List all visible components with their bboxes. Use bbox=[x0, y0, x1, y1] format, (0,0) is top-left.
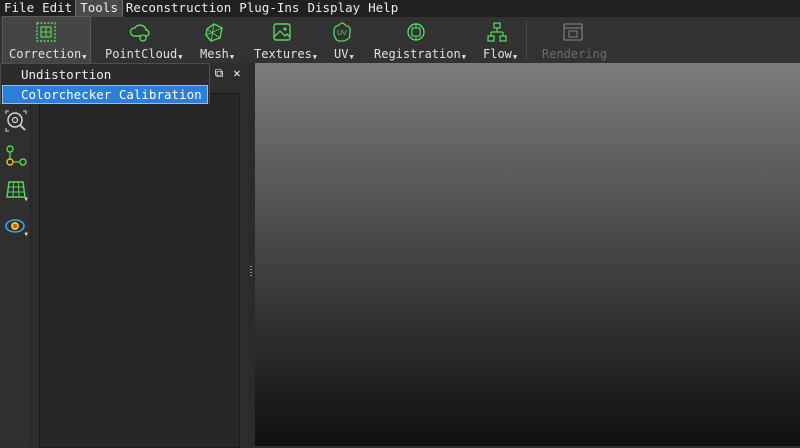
texture-icon bbox=[273, 23, 291, 41]
chevron-down-icon: ▼ bbox=[82, 53, 87, 61]
flow-button[interactable]: Flow▼ bbox=[480, 17, 522, 63]
menu-bar: File Edit Tools Reconstruction Plug-Ins … bbox=[0, 0, 800, 18]
rendering-button[interactable]: Rendering bbox=[536, 17, 608, 63]
chevron-down-icon: ▼ bbox=[312, 53, 318, 61]
menu-item-colorchecker-calibration[interactable]: Colorchecker Calibration bbox=[2, 85, 208, 104]
zoom-target-icon bbox=[5, 110, 27, 132]
chevron-down-icon: ▼ bbox=[229, 53, 235, 61]
menu-file[interactable]: File bbox=[0, 0, 38, 17]
zoom-target-tool[interactable] bbox=[4, 109, 28, 133]
3d-viewport[interactable] bbox=[255, 63, 800, 446]
side-toolbar: ▼ ▼ bbox=[0, 63, 31, 446]
registration-button[interactable]: Registration▼ bbox=[370, 17, 468, 63]
correction-dropdown-menu: Undistortion Colorchecker Calibration bbox=[0, 63, 210, 104]
panel-splitter[interactable] bbox=[247, 63, 255, 446]
node-graph-icon bbox=[6, 145, 27, 166]
node-graph-tool[interactable] bbox=[4, 144, 28, 168]
flow-icon bbox=[487, 22, 507, 42]
menu-plug-ins[interactable]: Plug-Ins bbox=[235, 0, 303, 17]
menu-tools[interactable]: Tools bbox=[75, 0, 123, 18]
grid-plane-tool[interactable]: ▼ bbox=[4, 179, 28, 203]
correction-label: Correction▼ bbox=[9, 47, 87, 61]
pointcloud-button[interactable]: PointCloud▼ bbox=[100, 17, 188, 63]
menu-edit[interactable]: Edit bbox=[38, 0, 76, 17]
side-panel: ⧉ ✕ bbox=[31, 63, 247, 448]
registration-label: Registration▼ bbox=[374, 47, 466, 61]
pointcloud-label: PointCloud▼ bbox=[105, 47, 183, 61]
panel-content bbox=[39, 93, 240, 448]
textures-label: Textures▼ bbox=[254, 47, 318, 61]
restore-panel-icon[interactable]: ⧉ bbox=[212, 66, 226, 80]
chevron-down-icon: ▼ bbox=[349, 53, 354, 61]
flow-label: Flow▼ bbox=[483, 47, 518, 61]
mesh-icon bbox=[205, 23, 223, 42]
chevron-down-icon: ▼ bbox=[24, 196, 28, 203]
uv-label: UV▼ bbox=[334, 47, 354, 61]
toolbar-separator bbox=[526, 20, 527, 60]
mesh-label: Mesh▼ bbox=[200, 47, 235, 61]
registration-icon bbox=[407, 23, 425, 41]
close-panel-icon[interactable]: ✕ bbox=[230, 66, 244, 80]
chevron-down-icon: ▼ bbox=[178, 53, 183, 61]
correction-button[interactable]: Correction▼ bbox=[2, 16, 91, 64]
color-eye-tool[interactable]: ▼ bbox=[4, 214, 28, 238]
rendering-icon bbox=[563, 23, 583, 41]
svg-text:UV: UV bbox=[337, 30, 347, 37]
chevron-down-icon: ▼ bbox=[512, 53, 518, 61]
menu-reconstruction[interactable]: Reconstruction bbox=[122, 0, 235, 17]
correction-grid-icon bbox=[36, 22, 56, 42]
mesh-button[interactable]: Mesh▼ bbox=[195, 17, 243, 63]
main-toolbar: Correction▼ PointCloud▼ Mesh▼ Textures▼ … bbox=[0, 16, 800, 64]
menu-help[interactable]: Help bbox=[364, 0, 402, 17]
chevron-down-icon: ▼ bbox=[24, 231, 28, 238]
menu-item-undistortion[interactable]: Undistortion bbox=[2, 65, 208, 84]
splitter-grip[interactable] bbox=[250, 266, 252, 278]
uv-button[interactable]: UV UV▼ bbox=[328, 17, 364, 63]
textures-button[interactable]: Textures▼ bbox=[250, 17, 322, 63]
point-cloud-icon bbox=[129, 24, 150, 42]
rendering-label: Rendering bbox=[542, 47, 608, 61]
chevron-down-icon: ▼ bbox=[461, 53, 466, 61]
uv-icon: UV bbox=[333, 22, 351, 42]
menu-display[interactable]: Display bbox=[303, 0, 364, 17]
